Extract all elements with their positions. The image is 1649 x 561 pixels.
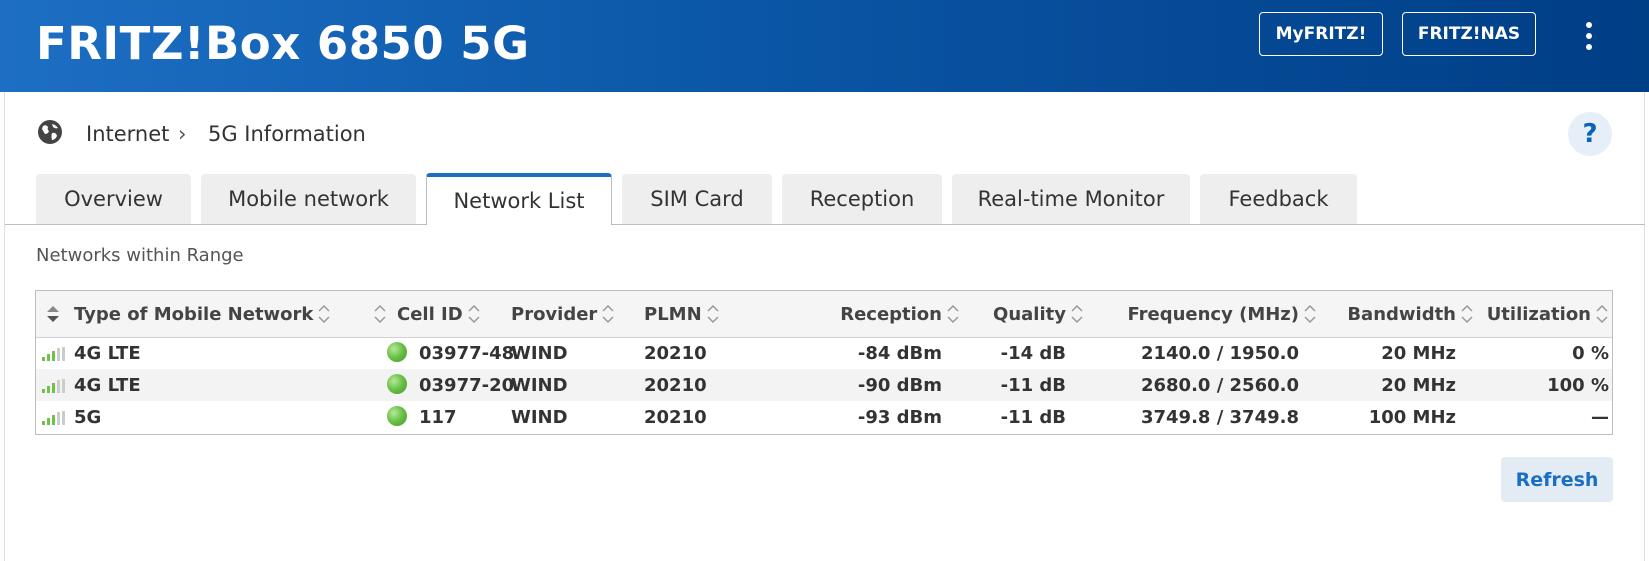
signal-strength-icon [42,379,65,393]
chevron-right-icon: › [178,122,187,146]
column-plmn[interactable]: PLMN [644,291,720,337]
tab-overview[interactable]: Overview [36,174,191,224]
cell-cell-id: 03977-48 [419,342,515,364]
cell-provider: WIND [511,374,568,396]
cell-utilization: 0 % [1572,342,1609,364]
sort-toggle-icon [947,304,959,324]
sort-icon[interactable] [44,291,64,337]
sort-toggle-icon [707,304,719,324]
cell-quality: -11 dB [1000,406,1066,428]
column-type-label: Type of Mobile Network [74,303,314,325]
column-frequency[interactable]: Frequency (MHz) [1091,291,1317,337]
device-title: FRITZ!Box 6850 5G [36,17,530,70]
cell-plmn: 20210 [644,374,707,396]
sort-toggle-icon [1596,304,1608,324]
cell-reception: -84 dBm [857,342,942,364]
help-button[interactable]: ? [1568,112,1612,156]
tab-network-list[interactable]: Network List [426,173,612,225]
column-cell-id-label: Cell ID [397,303,463,325]
cell-quality: -14 dB [1000,342,1066,364]
column-utilization[interactable]: Utilization [1481,291,1609,337]
column-plmn-label: PLMN [644,303,702,325]
kebab-menu-icon[interactable] [1578,22,1600,50]
cell-bandwidth: 20 MHz [1381,374,1456,396]
cell-frequency: 2680.0 / 2560.0 [1140,374,1299,396]
tab-sim-card[interactable]: SIM Card [622,174,772,224]
status-dot-icon [387,374,407,394]
cell-reception: -93 dBm [857,406,942,428]
cell-provider: WIND [511,406,568,428]
column-cell-id[interactable]: Cell ID [373,291,481,337]
sort-toggle-icon [1071,304,1083,324]
status-dot-icon [387,342,407,362]
myfritz-button[interactable]: MyFRITZ! [1259,12,1383,56]
breadcrumb-internet[interactable]: Internet [86,122,169,146]
column-provider-label: Provider [511,303,598,325]
cell-provider: WIND [511,342,568,364]
sort-toggle-icon [602,304,614,324]
cell-cell-id: 117 [419,406,457,428]
column-reception[interactable]: Reception [726,291,960,337]
cell-reception: -90 dBm [857,374,942,396]
cell-plmn: 20210 [644,406,707,428]
table-row: 5G 117 WIND 20210 -93 dBm -11 dB 3749.8 … [36,401,1612,433]
cell-plmn: 20210 [644,342,707,364]
breadcrumb-5g-information: 5G Information [208,122,366,146]
column-bandwidth-label: Bandwidth [1347,303,1456,325]
cell-utilization: — [1591,406,1609,428]
column-quality[interactable]: Quality [966,291,1084,337]
sort-toggle-icon [1304,304,1316,324]
network-table: Type of Mobile Network Cell ID Provider … [35,290,1613,435]
table-header: Type of Mobile Network Cell ID Provider … [36,291,1612,338]
tab-mobile-network[interactable]: Mobile network [201,174,416,224]
cell-cell-id: 03977-20 [419,374,515,396]
cell-bandwidth: 20 MHz [1381,342,1456,364]
top-header: FRITZ!Box 6850 5G MyFRITZ! FRITZ!NAS [0,0,1649,92]
sort-toggle-icon [318,304,330,324]
cell-frequency: 3749.8 / 3749.8 [1140,406,1299,428]
sort-toggle-icon [1461,304,1473,324]
section-title: Networks within Range [36,245,244,266]
column-quality-label: Quality [993,303,1066,325]
signal-strength-icon [42,411,65,425]
tab-divider [5,224,1645,225]
refresh-button[interactable]: Refresh [1501,457,1613,502]
cell-type: 4G LTE [74,342,141,364]
table-row: 4G LTE 03977-20 WIND 20210 -90 dBm -11 d… [36,369,1612,401]
column-provider[interactable]: Provider [511,291,615,337]
cell-quality: -11 dB [1000,374,1066,396]
tab-feedback[interactable]: Feedback [1200,174,1357,224]
sort-toggle-icon [468,304,480,324]
signal-strength-icon [42,347,65,361]
column-reception-label: Reception [840,303,942,325]
column-type[interactable]: Type of Mobile Network [74,291,331,337]
column-utilization-label: Utilization [1486,303,1591,325]
tab-reception[interactable]: Reception [782,174,942,224]
column-frequency-label: Frequency (MHz) [1127,303,1299,325]
table-row: 4G LTE 03977-48 WIND 20210 -84 dBm -14 d… [36,337,1612,369]
globe-icon [38,120,62,144]
cell-utilization: 100 % [1547,374,1609,396]
cell-type: 5G [74,406,102,428]
tab-real-time-monitor[interactable]: Real-time Monitor [952,174,1190,224]
fritznas-button[interactable]: FRITZ!NAS [1402,12,1536,56]
column-bandwidth[interactable]: Bandwidth [1326,291,1474,337]
cell-bandwidth: 100 MHz [1368,406,1456,428]
cell-frequency: 2140.0 / 1950.0 [1140,342,1299,364]
sort-toggle-icon [374,304,386,324]
status-dot-icon [387,406,407,426]
cell-type: 4G LTE [74,374,141,396]
